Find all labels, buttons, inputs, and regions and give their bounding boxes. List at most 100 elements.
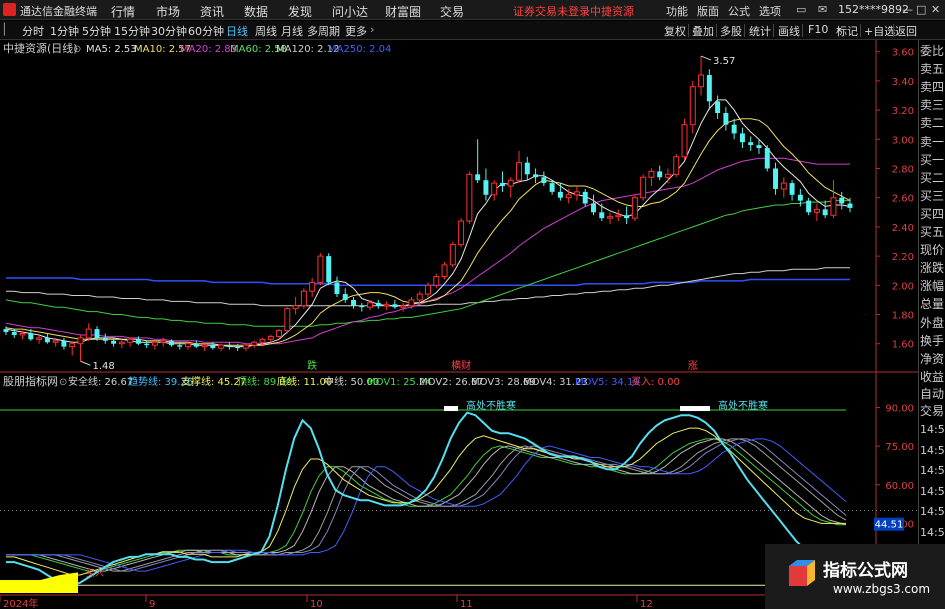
candle-body[interactable]: [773, 168, 779, 189]
candle-body[interactable]: [19, 332, 26, 336]
candle-body[interactable]: [813, 208, 820, 213]
candle-body[interactable]: [400, 305, 407, 308]
btn-f10[interactable]: F10: [808, 23, 828, 36]
auto-trade-label[interactable]: 自动: [920, 385, 944, 402]
candle-body[interactable]: [201, 344, 208, 348]
candle-body[interactable]: [822, 209, 828, 216]
period-monthly[interactable]: 月线: [281, 23, 303, 39]
user-account[interactable]: 152****9892: [838, 3, 909, 16]
candle-body[interactable]: [210, 345, 216, 349]
candle-body[interactable]: [44, 337, 50, 343]
candle-body[interactable]: [144, 343, 150, 346]
candle-body[interactable]: [226, 345, 232, 347]
auto-trade-label[interactable]: 交易: [920, 402, 944, 419]
candle-body[interactable]: [689, 86, 696, 126]
candle-body[interactable]: [433, 276, 440, 286]
menu-shichang[interactable]: 市场: [156, 3, 180, 20]
candle-body[interactable]: [317, 255, 324, 283]
candle-body[interactable]: [533, 174, 539, 178]
candle-body[interactable]: [127, 338, 134, 343]
candle-body[interactable]: [441, 264, 448, 278]
candle-body[interactable]: [516, 162, 523, 181]
candle-body[interactable]: [416, 293, 423, 301]
candle-body[interactable]: [61, 340, 67, 347]
main-plot[interactable]: 3.57 1.48 跌 横财 涨: [3, 55, 853, 372]
candle-body[interactable]: [673, 156, 680, 175]
candle-body[interactable]: [640, 176, 647, 199]
candle-body[interactable]: [483, 180, 489, 195]
candle-body[interactable]: [218, 344, 225, 349]
kline-svg[interactable]: 中捷资源(日线) ⊙ MA5: 2.53MA10: 2.57MA20: 2.83…: [0, 40, 945, 609]
candle-body[interactable]: [475, 174, 481, 181]
candle-body[interactable]: [797, 194, 803, 201]
candle-body[interactable]: [615, 214, 622, 218]
candle-body[interactable]: [11, 332, 17, 335]
menu-caifuquan[interactable]: 财富圈: [385, 3, 421, 20]
candle-body[interactable]: [507, 179, 514, 187]
candle-body[interactable]: [756, 145, 762, 149]
candle-body[interactable]: [334, 282, 340, 295]
candle-body[interactable]: [185, 343, 192, 348]
candle-body[interactable]: [789, 183, 795, 195]
period-60min[interactable]: 60分钟: [188, 23, 224, 39]
candle-body[interactable]: [830, 197, 837, 216]
menu-jiaoyi[interactable]: 交易: [440, 3, 464, 20]
candle-body[interactable]: [235, 346, 241, 349]
chart-area[interactable]: 中捷资源(日线) ⊙ MA5: 2.53 MA10: 2.57 MA20: 2.83…: [0, 40, 945, 609]
settings-circle-icon[interactable]: ⊙: [73, 44, 81, 55]
candle-body[interactable]: [780, 182, 787, 190]
candle-body[interactable]: [375, 302, 381, 306]
candle-body[interactable]: [706, 75, 712, 102]
candle-body[interactable]: [151, 341, 158, 346]
candle-body[interactable]: [631, 197, 638, 219]
candle-body[interactable]: [599, 212, 605, 219]
candle-body[interactable]: [466, 173, 473, 222]
candle-body[interactable]: [111, 340, 117, 344]
candle-body[interactable]: [359, 305, 365, 308]
candle-body[interactable]: [624, 215, 630, 219]
candle-body[interactable]: [284, 308, 291, 332]
candle-body[interactable]: [764, 148, 770, 169]
candle-body[interactable]: [573, 191, 580, 196]
candle-body[interactable]: [251, 341, 258, 346]
candle-body[interactable]: [309, 281, 316, 292]
candle-body[interactable]: [28, 333, 34, 340]
period-1min[interactable]: 1分钟: [50, 23, 79, 39]
period-weekly[interactable]: 周线: [255, 23, 277, 39]
candle-body[interactable]: [160, 340, 167, 343]
candle-body[interactable]: [541, 177, 547, 184]
candle-body[interactable]: [731, 124, 737, 134]
btn-tongji[interactable]: 统计: [749, 23, 771, 39]
login-warning[interactable]: 证券交易未登录: [513, 3, 590, 19]
menu-gongneng[interactable]: 功能: [666, 3, 688, 19]
btn-biaoji[interactable]: 标记: [836, 23, 858, 39]
candle-body[interactable]: [458, 220, 465, 245]
candle-body[interactable]: [52, 340, 59, 343]
candle-body[interactable]: [36, 337, 43, 340]
candle-body[interactable]: [276, 330, 283, 337]
btn-fuquan[interactable]: 复权: [664, 23, 686, 39]
btn-duogu[interactable]: 多股: [720, 23, 742, 39]
candle-body[interactable]: [69, 343, 76, 348]
btn-huaxian[interactable]: 画线: [778, 23, 800, 39]
menu-banmian[interactable]: 版面: [697, 3, 719, 19]
candle-body[interactable]: [449, 243, 456, 266]
period-more[interactable]: 更多: [345, 23, 367, 39]
mail-icon[interactable]: ✉: [818, 3, 827, 16]
candle-body[interactable]: [383, 303, 390, 307]
candle-body[interactable]: [85, 328, 92, 339]
candle-body[interactable]: [664, 173, 671, 178]
candle-body[interactable]: [425, 284, 431, 295]
candle-body[interactable]: [582, 191, 588, 204]
candle-body[interactable]: [739, 133, 745, 143]
candle-body[interactable]: [806, 200, 812, 213]
candle-body[interactable]: [392, 304, 398, 308]
candle-body[interactable]: [524, 162, 530, 175]
candle-body[interactable]: [549, 183, 555, 192]
menu-zixun[interactable]: 资讯: [200, 3, 224, 20]
period-daily[interactable]: 日线: [226, 23, 248, 39]
candle-body[interactable]: [657, 171, 663, 178]
btn-add-watchlist[interactable]: +自选: [864, 23, 895, 39]
candle-body[interactable]: [491, 182, 498, 196]
candle-body[interactable]: [715, 101, 721, 114]
